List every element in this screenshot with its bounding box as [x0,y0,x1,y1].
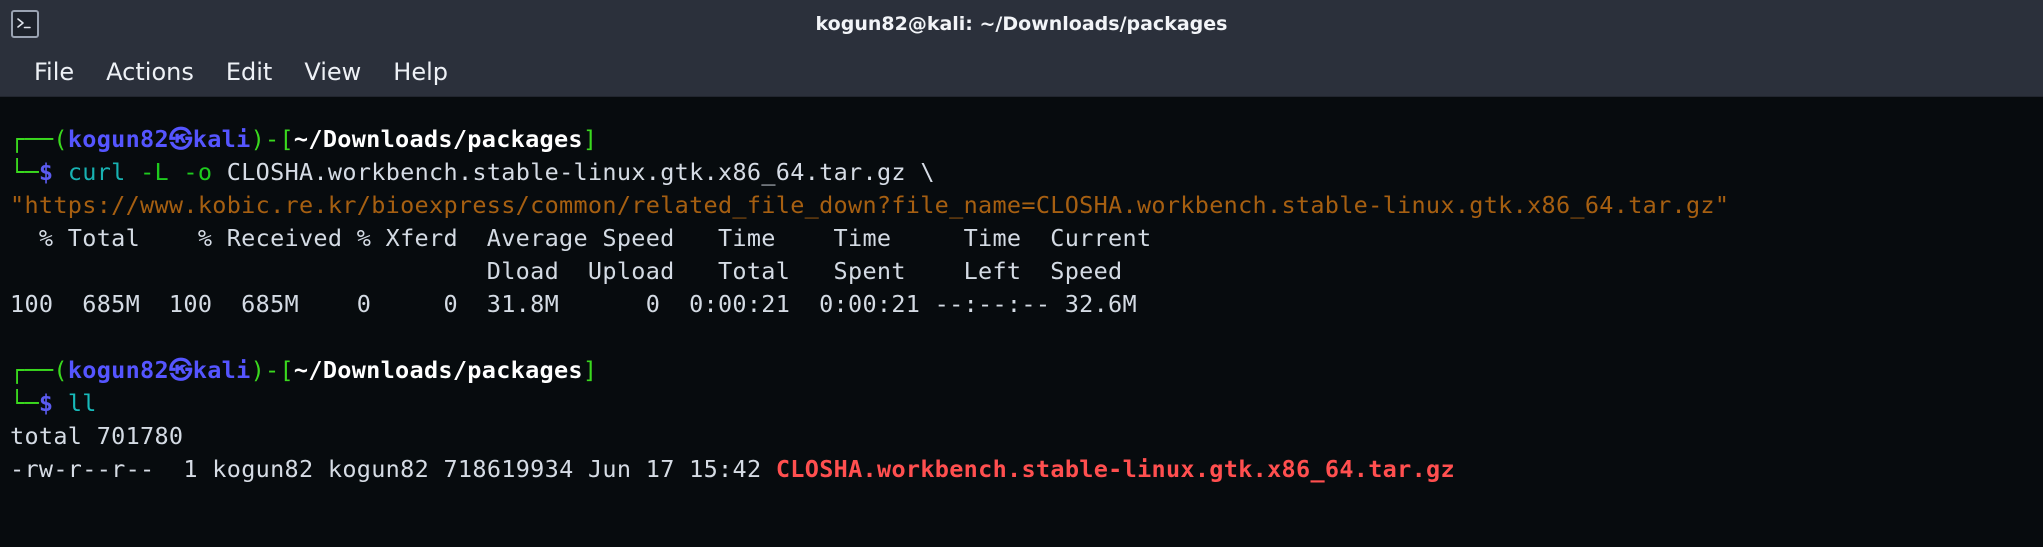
file-permissions: -rw-r--r-- [10,455,155,483]
prompt-cwd: ~/Downloads/packages [293,356,583,384]
command-line-ll: └─$ ll [0,387,2043,420]
prompt-dollar: $ [38,158,54,186]
menu-item-edit[interactable]: Edit [210,56,288,88]
prompt-at-icon: ㉿ [168,125,193,153]
file-size: 718619934 [443,455,574,483]
prompt-paren-open: ( [53,125,68,153]
prompt-dollar: $ [38,389,54,417]
prompt-corner-bottom: └─ [10,158,39,186]
window-title: kogun82@kali: ~/Downloads/packages [815,13,1228,35]
curl-progress-header-1: % Total % Received % Xferd Average Speed… [10,224,1152,252]
curl-option-o: -o [183,158,213,186]
prompt-line-2: ┌──(kogun82㉿kali)-[~/Downloads/packages] [0,354,2043,387]
curl-output-filename: CLOSHA.workbench.stable-linux.gtk.x86_64… [226,158,906,186]
curl-progress-header-2: Dload Upload Total Spent Left Speed [10,257,1123,285]
curl-url: "https://www.kobic.re.kr/bioexpress/comm… [10,191,1730,219]
prompt-user: kogun82 [67,125,169,153]
prompt-corner-top: ┌── [10,356,54,384]
ll-total-line: total 701780 [10,422,184,450]
terminal-window: kogun82@kali: ~/Downloads/packages File … [0,0,2043,547]
prompt-bracket-open: [ [279,356,294,384]
curl-option-l: -L [140,158,169,186]
menu-bar: File Actions Edit View Help [0,48,2043,97]
curl-url-line: "https://www.kobic.re.kr/bioexpress/comm… [0,189,2043,222]
prompt-paren-open: ( [53,356,68,384]
ll-listing-row: -rw-r--r-- 1 kogun82 kogun82 718619934 J… [0,453,2043,486]
file-group: kogun82 [327,455,430,483]
prompt-bracket-open: [ [279,125,294,153]
prompt-bracket-close: ] [582,125,598,153]
file-link-count: 1 [183,455,198,483]
prompt-line-1: ┌──(kogun82㉿kali)-[~/Downloads/packages] [0,123,2043,156]
prompt-host: kali [192,356,251,384]
prompt-corner-bottom: └─ [10,389,39,417]
menu-item-view[interactable]: View [288,56,377,88]
terminal-icon [11,10,39,38]
file-time: 15:42 [689,455,762,483]
file-name-archive: CLOSHA.workbench.stable-linux.gtk.x86_64… [775,455,1455,483]
terminal-output-area[interactable]: ┌──(kogun82㉿kali)-[~/Downloads/packages]… [0,97,2043,547]
menu-item-help[interactable]: Help [377,56,464,88]
menu-item-actions[interactable]: Actions [90,56,210,88]
file-month: Jun [587,455,632,483]
prompt-dash: - [265,125,280,153]
prompt-corner-top: ┌── [10,125,54,153]
curl-progress-row: 100 685M 100 685M 0 0 31.8M 0 0:00:21 0:… [10,290,1137,318]
prompt-bracket-close: ] [582,356,598,384]
title-bar: kogun82@kali: ~/Downloads/packages [0,0,2043,48]
prompt-user: kogun82 [67,356,169,384]
prompt-dash: - [265,356,280,384]
menu-item-file[interactable]: File [18,56,90,88]
file-owner: kogun82 [212,455,314,483]
command-line-curl: └─$ curl -L -o CLOSHA.workbench.stable-l… [0,156,2043,189]
prompt-host: kali [192,125,251,153]
file-day: 17 [645,455,675,483]
prompt-paren-close: ) [250,356,266,384]
command-name-curl: curl [67,158,126,186]
command-name-ll: ll [67,389,97,417]
prompt-cwd: ~/Downloads/packages [293,125,583,153]
prompt-at-icon: ㉿ [168,356,193,384]
line-continuation: \ [920,158,935,186]
prompt-paren-close: ) [250,125,266,153]
